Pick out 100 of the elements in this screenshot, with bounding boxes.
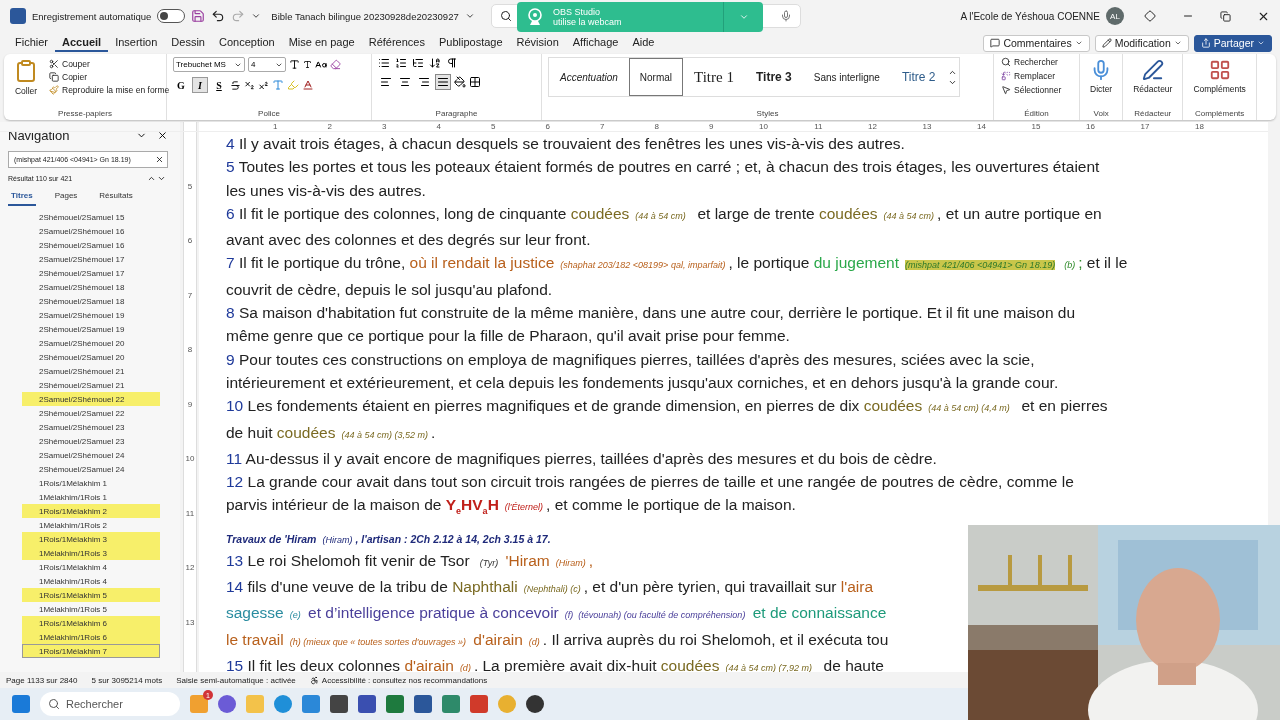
format-button[interactable]: S <box>211 77 227 93</box>
heading-item[interactable]: 2Samuel/2Shémouel 16 <box>22 224 160 238</box>
heading-item[interactable]: 2Samuel/2Shémouel 21 <box>22 364 160 378</box>
verse-text: . <box>431 423 436 441</box>
ruler-number: 1 <box>272 122 278 131</box>
editor-button[interactable]: Rédacteur <box>1129 57 1177 96</box>
pane-tab[interactable]: Résultats <box>96 189 136 206</box>
paste-button[interactable]: Coller <box>10 57 42 98</box>
term-text: où il rendait la justice <box>409 254 555 272</box>
term-text: coudées <box>818 204 878 222</box>
ribbon-tab[interactable]: Mise en page <box>281 34 362 52</box>
heading-item[interactable]: 1Rois/1Mélakhim 4 <box>22 560 160 574</box>
verse-text: de huit <box>226 423 274 441</box>
ribbon-tab[interactable]: Références <box>361 34 432 52</box>
heading-item[interactable]: 2Shémouel/2Samuel 15 <box>22 210 160 224</box>
status-item[interactable]: Page 1133 sur 2840 <box>6 675 78 685</box>
addins-button[interactable]: Compléments <box>1189 57 1250 96</box>
verse-number: 9 <box>226 350 235 368</box>
editing-action[interactable]: Sélectionner <box>1000 85 1063 95</box>
heading-item[interactable]: 1Mélakhim/1Rois 6 <box>22 630 160 644</box>
heading-item[interactable]: 2Shémouel/2Samuel 20 <box>22 350 160 364</box>
pane-tab[interactable]: Titres <box>8 189 36 206</box>
user-avatar[interactable]: AL <box>1106 7 1124 25</box>
editing-action[interactable]: Rechercher <box>1000 57 1063 67</box>
heading-item[interactable]: 2Shémouel/2Samuel 17 <box>22 266 160 280</box>
heading-item[interactable]: 1Rois/1Mélakhim 2 <box>22 504 160 518</box>
ruler-number: 5 <box>186 182 194 193</box>
ribbon-tab[interactable]: Insertion <box>108 34 165 52</box>
heading-item[interactable]: 2Shémouel/2Samuel 19 <box>22 322 160 336</box>
verse-text: . La première avait dix-huit <box>473 656 658 674</box>
status-item[interactable]: Accessibilité : consultez nos recommandations <box>321 675 488 685</box>
share-button[interactable]: Partager <box>1193 34 1272 52</box>
clipboard-action[interactable]: Copier <box>48 72 171 82</box>
taskbar-search[interactable]: Rechercher <box>40 692 180 716</box>
term-text: du jugement <box>813 254 900 272</box>
heading-item[interactable]: 1Rois/1Mélakhim 6 <box>22 616 160 630</box>
status-item[interactable]: Saisie semi-automatique : activée <box>176 675 296 685</box>
verse-text: et large de trente <box>696 204 816 222</box>
note-text: (f) (tévounah) (ou faculté de compréhension) <box>564 610 746 621</box>
note-text: (44 à 54 cm) <box>635 210 686 221</box>
verse-text: La grande cour avait dans tout son circuit trois rangées de pierres de taille et une rangée de poutres de cèdre, comme le <box>246 473 1074 491</box>
heading-item[interactable]: 1Rois/1Mélakhim 7 <box>22 644 160 658</box>
editing-action[interactable]: Remplacer <box>1000 71 1063 81</box>
ribbon-tab[interactable]: Fichier <box>8 34 55 52</box>
heading-item[interactable]: 1Mélakhim/1Rois 1 <box>22 490 160 504</box>
status-item[interactable]: 5 sur 3095214 mots <box>91 675 163 685</box>
heading-item[interactable]: 1Rois/1Mélakhim 3 <box>22 532 160 546</box>
heading-item[interactable]: 1Mélakhim/1Rois 4 <box>22 574 160 588</box>
clipboard-action[interactable]: Reproduire la mise en forme <box>48 85 171 95</box>
verse-number: 14 <box>226 578 244 596</box>
verse-text: , et un autre portique en <box>937 204 1102 222</box>
heading-item[interactable]: 2Shémouel/2Samuel 23 <box>22 434 160 448</box>
verse-text: Les fondements étaient en pierres magnifiques et de grande dimension, en pierres de dix <box>246 397 861 415</box>
heading-item[interactable]: 2Shémouel/2Samuel 16 <box>22 238 160 252</box>
ribbon-tab[interactable]: Affichage <box>565 34 626 52</box>
heading-item[interactable]: 2Shémouel/2Samuel 18 <box>22 294 160 308</box>
document-title[interactable]: Bible Tanach bilingue 20230928de20230927 <box>271 10 459 22</box>
heading-item[interactable]: 1Rois/1Mélakhim 1 <box>22 476 160 490</box>
heading-item[interactable]: 2Samuel/2Shémouel 17 <box>22 252 160 266</box>
ribbon-tab[interactable]: Aide <box>625 34 662 52</box>
font-family-field[interactable]: Trebuchet MS <box>173 57 245 72</box>
ribbon-tab[interactable]: Dessin <box>164 34 212 52</box>
format-button[interactable]: I <box>192 77 208 93</box>
verse-text: avant avec des colonnes et des degrés sur leur front. <box>226 231 591 249</box>
ribbon-tab[interactable]: Publipostage <box>431 34 510 52</box>
heading-item[interactable]: 2Samuel/2Shémouel 23 <box>22 420 160 434</box>
group-label: Voix <box>1093 109 1109 120</box>
comments-button[interactable]: Commentaires <box>983 34 1090 52</box>
pane-tab[interactable]: Pages <box>51 189 81 206</box>
notification-title: OBS Studio <box>553 7 602 17</box>
heading-item[interactable]: 2Samuel/2Shémouel 19 <box>22 308 160 322</box>
heading-item[interactable]: 2Shémouel/2Samuel 22 <box>22 406 160 420</box>
heading-item[interactable]: 2Samuel/2Shémouel 18 <box>22 280 160 294</box>
clipboard-action[interactable]: Couper <box>48 59 171 69</box>
editing-button[interactable]: Modification <box>1094 34 1189 52</box>
heading-item[interactable]: 2Samuel/2Shémouel 24 <box>22 448 160 462</box>
heading-item[interactable]: 1Mélakhim/1Rois 5 <box>22 602 160 616</box>
heading-item[interactable]: 2Shémouel/2Samuel 21 <box>22 378 160 392</box>
ribbon-tab[interactable]: Conception <box>212 34 282 52</box>
format-button[interactable]: G <box>173 77 189 93</box>
heading-item[interactable]: 1Mélakhim/1Rois 2 <box>22 518 160 532</box>
heading-item[interactable]: 2Shémouel/2Samuel 24 <box>22 462 160 476</box>
term-text: et d’intelligence pratique à concevoir <box>307 604 559 622</box>
font-size-field[interactable]: 4 <box>248 57 286 72</box>
note-text: (shaphat 203/182 <08199> qal, imparfait) <box>560 260 726 271</box>
heading-item[interactable]: 2Samuel/2Shémouel 22 <box>22 392 160 406</box>
verse-number: 11 <box>226 449 243 467</box>
verse-text: intérieurement et extérieurement, et cela depuis les fondements jusqu'aux corniches, et en dehors jusqu'à la grande cour. <box>226 373 1059 391</box>
ribbon-tab[interactable]: Révision <box>509 34 566 52</box>
heading-item[interactable]: 2Samuel/2Shémouel 20 <box>22 336 160 350</box>
heading-item[interactable]: 1Mélakhim/1Rois 3 <box>22 546 160 560</box>
note-text: (Nephthali) (c) <box>523 584 581 595</box>
user-name[interactable]: A l'Ecole de Yéshoua COENNE <box>960 10 1100 22</box>
heading-item[interactable]: 1Rois/1Mélakhim 5 <box>22 588 160 602</box>
verse-number: 12 <box>226 473 244 491</box>
ribbon-tab[interactable]: Accueil <box>55 34 109 52</box>
mic-button[interactable]: Dicter <box>1086 57 1117 96</box>
verse-text: Pour toutes ces constructions on employa de magnifiques pierres, taillées d'après des mesures, sciées avec la scie, <box>237 350 1035 368</box>
style-option[interactable]: Normal <box>628 58 684 96</box>
verse-text: parvis intérieur de la maison de <box>226 496 443 514</box>
